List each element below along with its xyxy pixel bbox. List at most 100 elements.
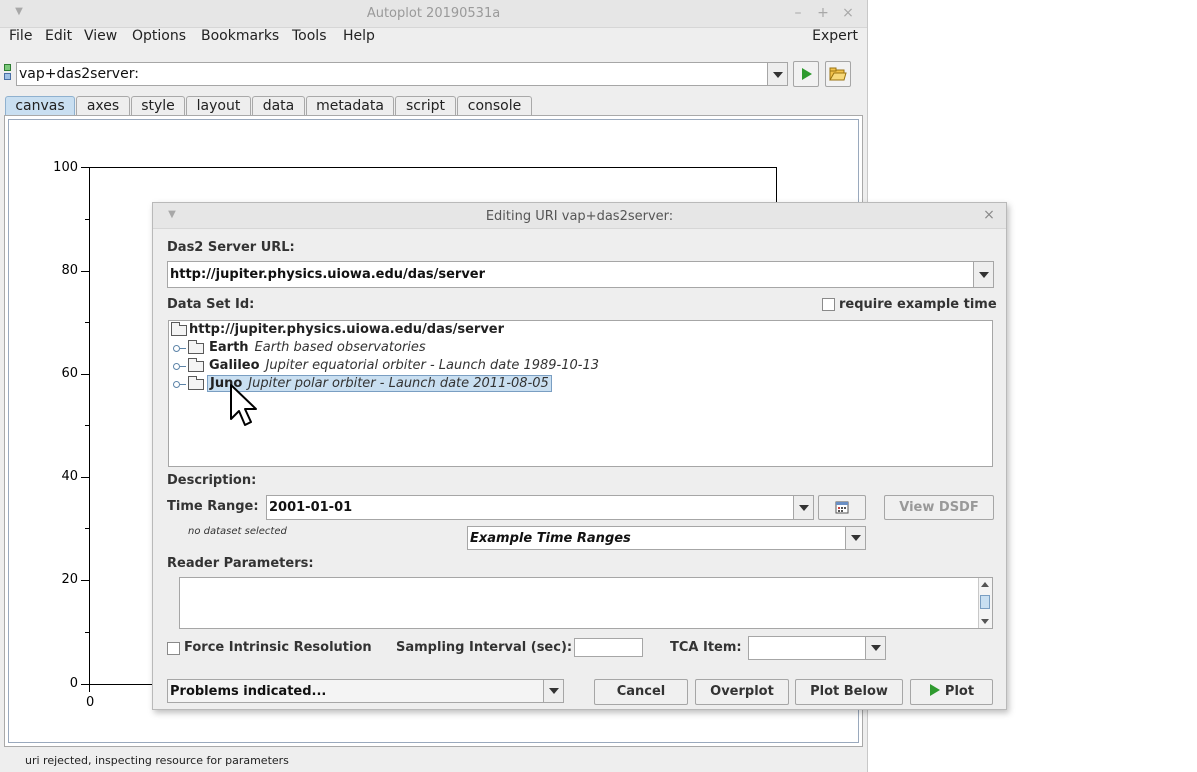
tca-item-label: TCA Item: [670,640,742,655]
tab-canvas[interactable]: canvas [5,96,75,116]
overplot-button[interactable]: Overplot [695,679,789,705]
xtick-label: 0 [86,695,95,710]
scroll-up-icon[interactable] [981,582,989,587]
sampling-interval-label: Sampling Interval (sec): [396,640,573,655]
minimize-icon[interactable]: – [791,5,805,21]
tree-connector [180,366,186,367]
open-folder-icon [829,67,847,81]
chevron-down-icon [871,645,881,651]
xtick-major [89,684,90,692]
menu-file[interactable]: File [9,28,32,44]
chevron-down-icon [979,272,989,278]
tab-axes[interactable]: axes [76,96,130,116]
dialog-titlebar: ▼ Editing URI vap+das2server: × [153,203,1006,229]
server-url-input[interactable]: http://jupiter.physics.uiowa.edu/das/ser… [170,267,485,282]
ytick-minor [85,528,89,529]
tab-metadata[interactable]: metadata [306,96,394,116]
go-button[interactable] [793,61,819,87]
ytick-major [81,271,89,272]
problems-combobox[interactable]: Problems indicated... [167,679,564,703]
tab-layout[interactable]: layout [186,96,251,116]
ytick-major [81,477,89,478]
menu-help[interactable]: Help [343,28,375,44]
ytick-label: 80 [61,263,78,278]
sampling-interval-input[interactable] [574,638,643,657]
menubar: File Edit View Options Bookmarks Tools H… [0,28,867,50]
ytick-major [81,684,89,685]
folder-icon [188,358,204,372]
dataset-id-label: Data Set Id: [167,297,255,312]
cancel-button[interactable]: Cancel [594,679,688,705]
example-time-ranges-dropdown[interactable] [845,527,865,549]
require-example-time-checkbox[interactable] [822,298,835,311]
require-example-time-label: require example time [839,297,997,312]
ytick-major [81,167,89,168]
tree-node-desc: Jupiter polar orbiter - Launch date 2011… [248,376,549,391]
expand-toggle-icon[interactable] [173,381,180,388]
example-time-ranges-value: Example Time Ranges [470,531,631,546]
ytick-label: 40 [61,469,78,484]
tca-item-combobox[interactable] [748,636,886,660]
calendar-button[interactable] [818,495,866,520]
uri-input[interactable]: vap+das2server: [19,66,139,82]
ytick-label: 0 [69,676,78,691]
tree-node-earth[interactable]: Earth Earth based observatories [209,340,426,355]
no-dataset-text: no dataset selected [188,526,287,537]
play-icon [802,68,812,80]
force-intrinsic-label: Force Intrinsic Resolution [184,640,372,655]
server-url-dropdown[interactable] [973,262,993,287]
ytick-minor [85,425,89,426]
time-range-input[interactable]: 2001-01-01 [269,500,352,515]
uri-combobox[interactable]: vap+das2server: [16,62,788,86]
time-range-combobox[interactable]: 2001-01-01 [266,495,814,520]
tca-item-dropdown[interactable] [865,637,885,659]
menu-edit[interactable]: Edit [45,28,72,44]
menu-options[interactable]: Options [132,28,186,44]
ytick-label: 20 [61,572,78,587]
example-time-ranges-combobox[interactable]: Example Time Ranges [467,526,866,550]
plot-below-button[interactable]: Plot Below [795,679,903,705]
tab-data[interactable]: data [252,96,305,116]
expand-toggle-icon[interactable] [173,363,180,370]
view-dsdf-button[interactable]: View DSDF [884,495,994,520]
ytick-major [81,580,89,581]
tree-node-galileo[interactable]: Galileo Jupiter equatorial orbiter - Laun… [209,358,599,373]
chevron-down-icon [799,505,809,511]
plot-button[interactable]: Plot [910,679,993,705]
tab-console[interactable]: console [457,96,532,116]
dialog-close-icon[interactable]: × [982,207,996,223]
reader-params-textarea[interactable] [179,577,993,629]
main-window-title: Autoplot 20190531a [366,6,501,21]
ytick-major [81,374,89,375]
chevron-down-icon [549,688,559,694]
tab-style[interactable]: style [131,96,185,116]
scroll-down-icon[interactable] [981,619,989,624]
folder-icon [188,340,204,354]
main-titlebar: ▼ Autoplot 20190531a – + × [0,0,867,28]
menu-view[interactable]: View [84,28,117,44]
expert-mode-menu[interactable]: Expert [812,28,858,44]
close-icon[interactable]: × [841,5,855,21]
tree-node-name: Earth [209,340,249,355]
maximize-icon[interactable]: + [816,5,830,21]
problems-dropdown[interactable] [543,680,563,702]
status-bar-text: uri rejected, inspecting resource for pa… [25,754,289,767]
force-intrinsic-checkbox[interactable] [167,642,180,655]
problems-value: Problems indicated... [170,684,327,699]
time-range-dropdown[interactable] [793,496,813,519]
scroll-thumb[interactable] [980,595,990,609]
uri-dropdown-button[interactable] [767,63,787,85]
datasource-status-icon [4,64,12,82]
tree-node-desc: Jupiter equatorial orbiter - Launch date… [265,358,600,373]
tree-root[interactable]: http://jupiter.physics.uiowa.edu/das/ser… [189,322,504,337]
description-label: Description: [167,473,257,488]
menu-bookmarks[interactable]: Bookmarks [201,28,279,44]
browse-button[interactable] [825,61,851,87]
dataset-tree[interactable]: http://jupiter.physics.uiowa.edu/das/ser… [168,320,993,467]
server-url-combobox[interactable]: http://jupiter.physics.uiowa.edu/das/ser… [167,261,994,288]
tab-script[interactable]: script [395,96,456,116]
menu-tools[interactable]: Tools [292,28,327,44]
scrollbar[interactable] [978,578,992,628]
expand-toggle-icon[interactable] [173,345,180,352]
play-icon [929,684,940,696]
